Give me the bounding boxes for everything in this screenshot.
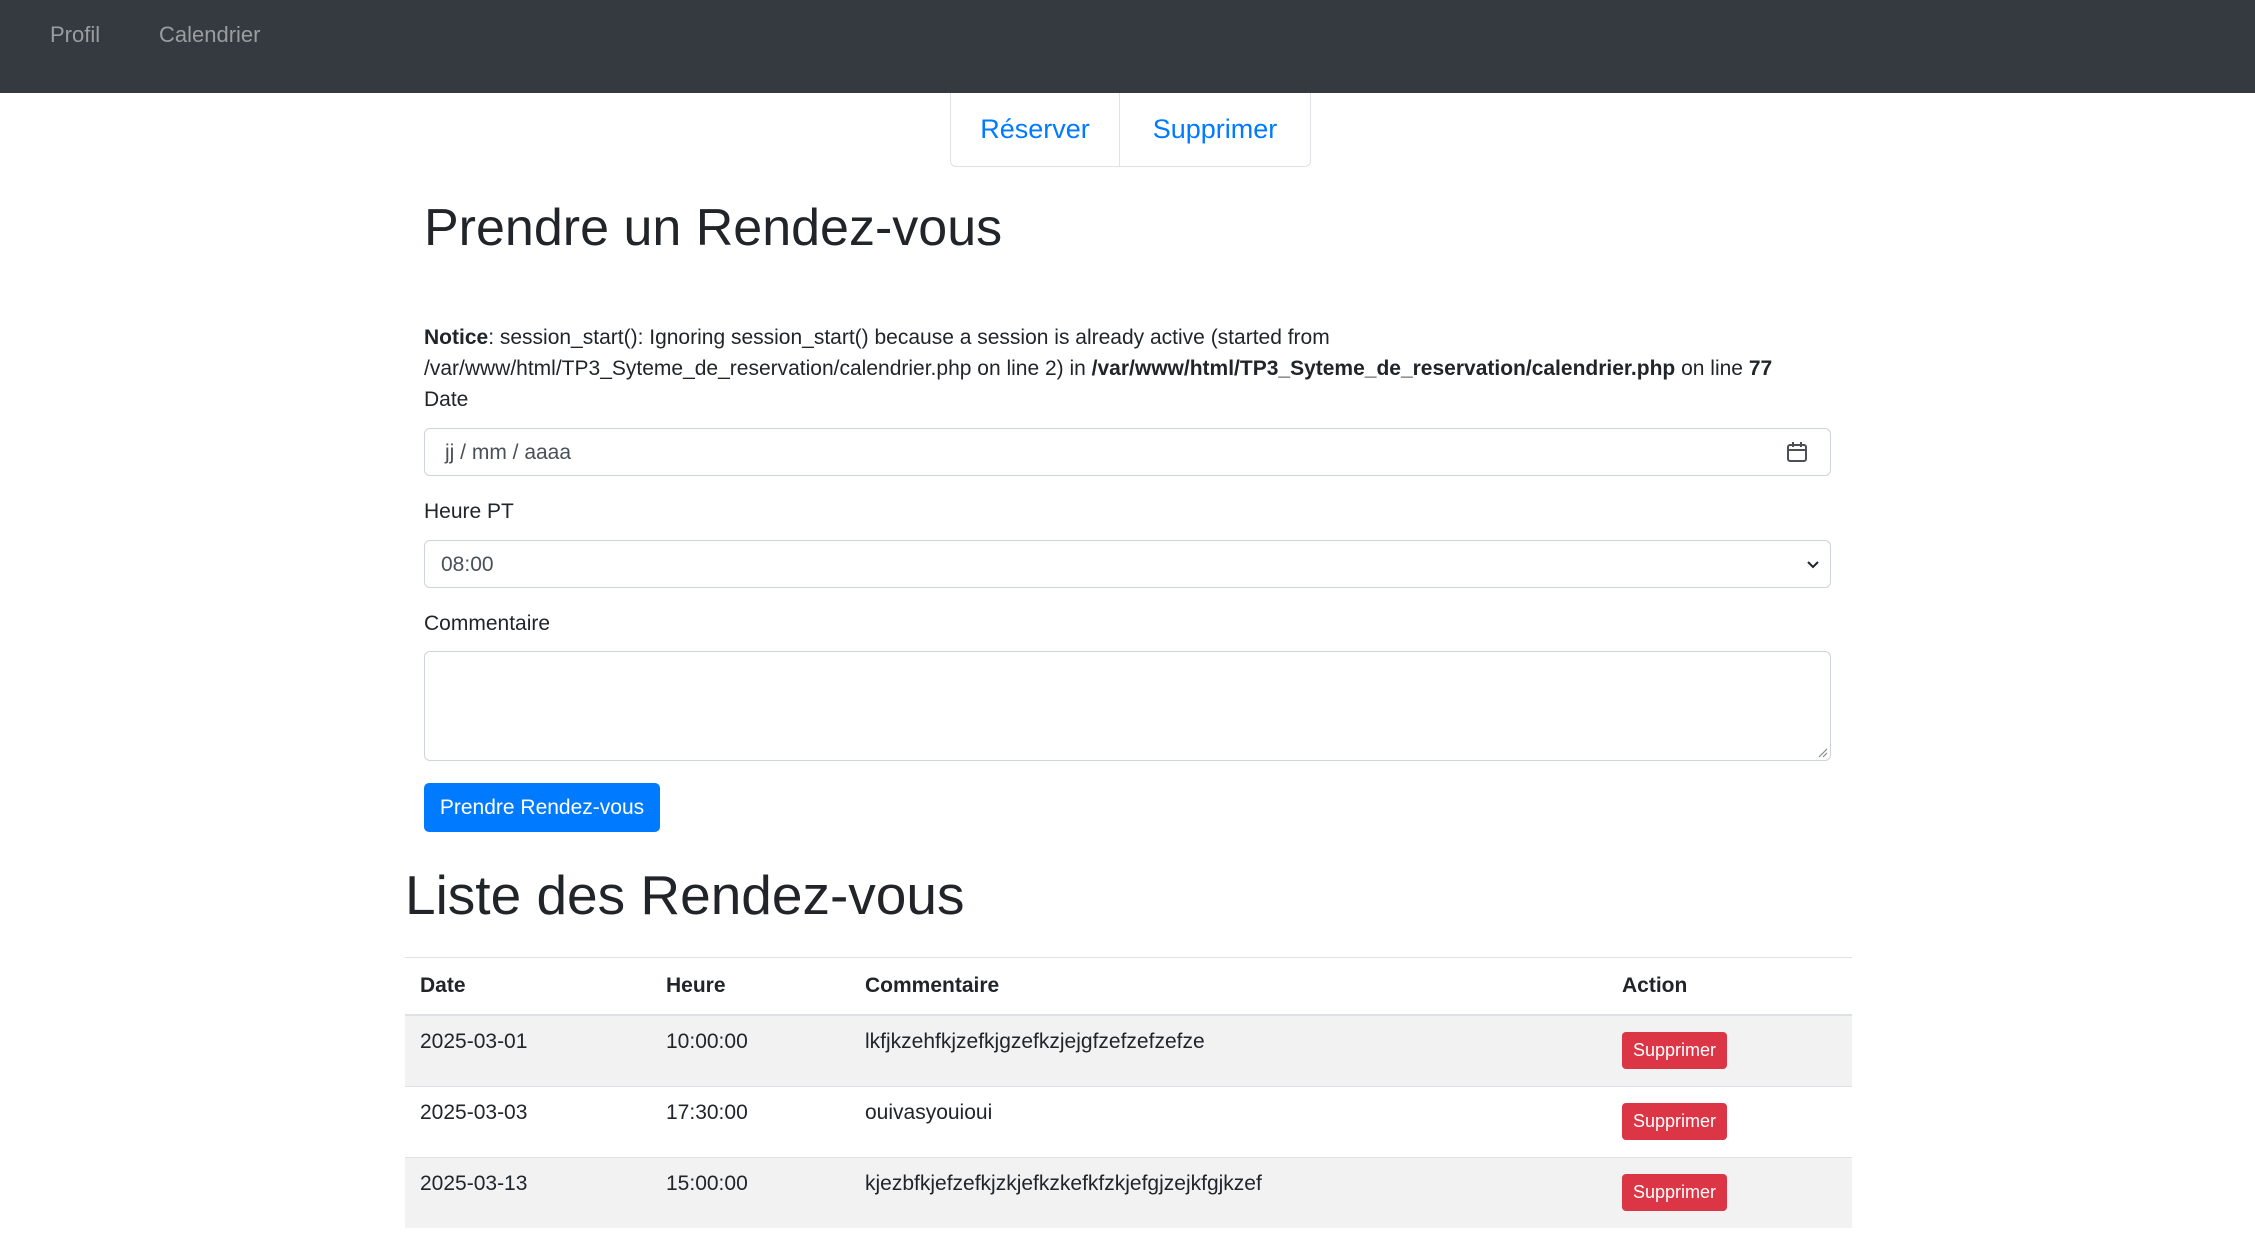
date-input[interactable]: jj / mm / aaaa (424, 428, 1831, 476)
cell-comment: lkfjkzehfkjzefkjgzefkzjejgfzefzefzefze (850, 1014, 1607, 1086)
row-comment: kjezbfkjefzefkjzkjefkzkefkfzkjefgjzejkfg… (865, 1171, 1262, 1195)
php-notice: Notice: session_start(): Ignoring sessio… (424, 322, 1844, 384)
cell-date: 2025-03-13 (405, 1156, 651, 1228)
notice-path: /var/www/html/TP3_Syteme_de_reservation/… (1091, 357, 1676, 380)
cell-action: Supprimer (1607, 1014, 1852, 1086)
column-header-date: Date (405, 957, 651, 1016)
nav-link-calendrier[interactable]: Calendrier (159, 22, 261, 48)
comment-label: Commentaire (424, 612, 551, 635)
delete-button[interactable]: Supprimer (1622, 1032, 1728, 1069)
calendar-icon[interactable] (1786, 441, 1808, 463)
column-header-commentaire: Commentaire (850, 957, 1607, 1016)
row-comment: ouivasyouioui (865, 1100, 993, 1124)
cell-time: 17:30:00 (651, 1085, 850, 1157)
form-title: Prendre un Rendez-vous (424, 199, 1003, 257)
cell-time: 15:00:00 (651, 1156, 850, 1228)
date-placeholder: jj / mm / aaaa (445, 441, 572, 464)
row-date: 2025-03-01 (420, 1030, 528, 1053)
submit-appointment-button[interactable]: Prendre Rendez-vous (424, 783, 660, 832)
row-date: 2025-03-13 (420, 1171, 528, 1195)
tab-strip: Réserver Supprimer (950, 93, 1311, 167)
row-comment: lkfjkzehfkjzefkjgzefkzjejgfzefzefzefze (865, 1030, 1205, 1053)
column-header-heure: Heure (651, 957, 850, 1016)
cell-time: 10:00:00 (651, 1014, 850, 1086)
table-row: 2025-03-03 17:30:00 ouivasyouioui Suppri… (405, 1085, 1852, 1157)
time-select-value: 08:00 (441, 553, 494, 576)
notice-line-number: 77 (1748, 357, 1773, 380)
comment-textarea[interactable] (424, 651, 1831, 761)
list-title: Liste des Rendez-vous (405, 864, 965, 926)
cell-date: 2025-03-01 (405, 1014, 651, 1086)
chevron-down-icon (1807, 561, 1819, 569)
row-time: 17:30:00 (666, 1100, 748, 1124)
nav-link-profil[interactable]: Profil (50, 22, 100, 48)
cell-action: Supprimer (1607, 1085, 1852, 1157)
table-header-row: Date Heure Commentaire Action (405, 957, 1852, 1016)
cell-action: Supprimer (1607, 1156, 1852, 1228)
notice-label: Notice (424, 326, 489, 349)
top-navbar: Profil Calendrier (0, 0, 2255, 93)
date-label: Date (424, 388, 469, 411)
notice-line-text: on line (1675, 357, 1749, 380)
tab-reserver[interactable]: Réserver (951, 93, 1119, 166)
resize-handle-icon[interactable] (1816, 746, 1828, 758)
delete-button[interactable]: Supprimer (1622, 1102, 1728, 1140)
time-select[interactable]: 08:00 (424, 540, 1831, 588)
row-time: 10:00:00 (666, 1030, 748, 1053)
row-time: 15:00:00 (666, 1171, 748, 1195)
time-label: Heure PT (424, 500, 514, 523)
table-row: 2025-03-13 15:00:00 kjezbfkjefzefkjzkjef… (405, 1156, 1852, 1228)
tab-supprimer[interactable]: Supprimer (1119, 93, 1310, 166)
cell-comment: kjezbfkjefzefkjzkjefkzkefkfzkjefgjzejkfg… (850, 1156, 1607, 1228)
delete-button[interactable]: Supprimer (1622, 1173, 1728, 1211)
cell-comment: ouivasyouioui (850, 1085, 1607, 1157)
column-header-action: Action (1607, 957, 1852, 1016)
cell-date: 2025-03-03 (405, 1085, 651, 1157)
appointments-table: Date Heure Commentaire Action 2025-03-01… (405, 957, 1852, 1228)
table-row: 2025-03-01 10:00:00 lkfjkzehfkjzefkjgzef… (405, 1014, 1852, 1086)
row-date: 2025-03-03 (420, 1100, 528, 1124)
